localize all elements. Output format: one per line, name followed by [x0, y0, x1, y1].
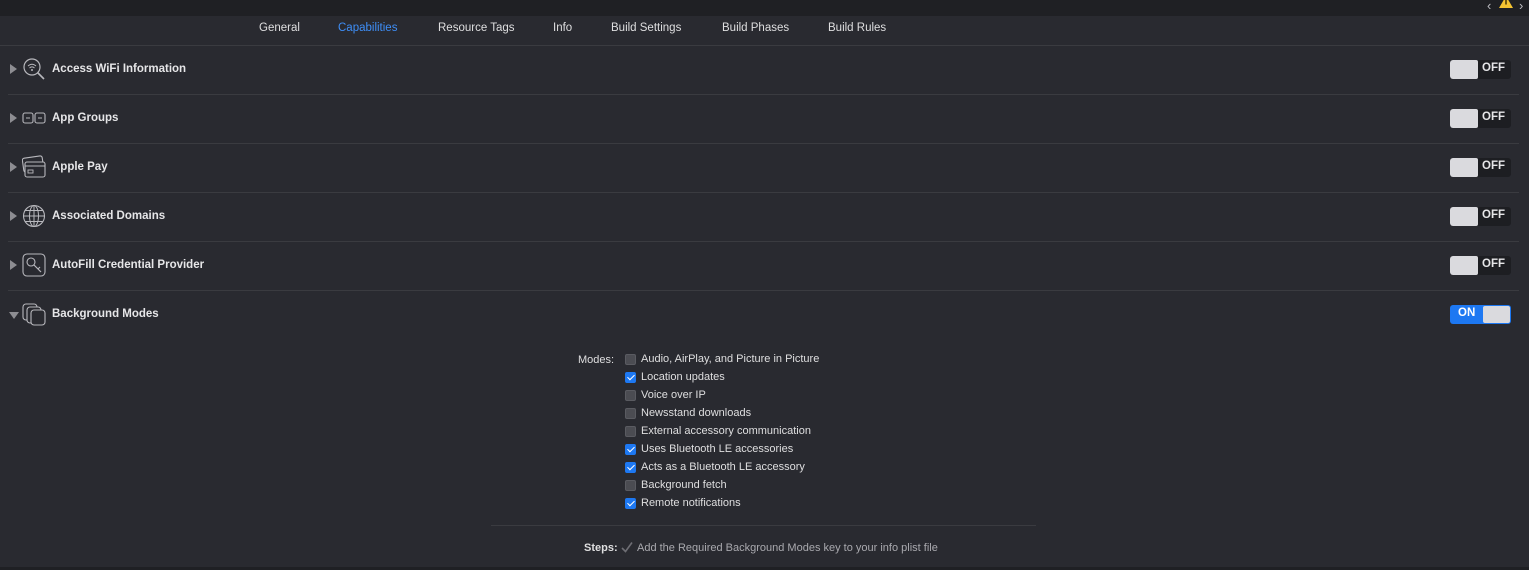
modes-label: Modes:: [578, 354, 615, 366]
capability-label: Background Modes: [52, 308, 159, 320]
toggle-knob: [1450, 158, 1478, 177]
capability-label: Apple Pay: [52, 161, 108, 173]
forward-chevron-icon[interactable]: ›: [1519, 0, 1523, 13]
tab-build-rules[interactable]: Build Rules: [828, 22, 886, 34]
toggle-knob: [1450, 60, 1478, 79]
editor-tab-bar: General Capabilities Resource Tags Info …: [0, 16, 1529, 46]
mode-newsstand-downloads[interactable]: Newsstand downloads: [625, 407, 945, 423]
mode-label: Background fetch: [641, 479, 727, 491]
mode-checkbox[interactable]: [625, 444, 636, 455]
back-chevron-icon[interactable]: ‹: [1487, 0, 1491, 13]
disclosure-triangle[interactable]: [10, 64, 17, 74]
toggle-state-label: OFF: [1482, 258, 1505, 270]
wifi-search-icon: [23, 58, 45, 80]
tab-capabilities[interactable]: Capabilities: [338, 22, 397, 34]
capability-toggle[interactable]: OFF: [1450, 158, 1511, 177]
capability-label: Associated Domains: [52, 210, 166, 222]
app-groups-icon: [22, 112, 46, 124]
mode-label: Location updates: [641, 371, 725, 383]
capability-row-access-wifi: Access WiFi Information OFF: [8, 46, 1519, 95]
mode-external-accessory[interactable]: External accessory communication: [625, 425, 945, 441]
key-icon: [22, 253, 46, 277]
background-modes-icon: [22, 303, 46, 326]
warning-icon[interactable]: [1499, 0, 1513, 8]
capability-label: App Groups: [52, 112, 119, 124]
mode-checkbox[interactable]: [625, 372, 636, 383]
mode-label: External accessory communication: [641, 425, 811, 437]
capability-toggle[interactable]: OFF: [1450, 256, 1511, 275]
capability-row-app-groups: App Groups OFF: [8, 95, 1519, 144]
steps-label: Steps:: [584, 542, 618, 554]
disclosure-triangle[interactable]: [10, 260, 17, 270]
disclosure-triangle[interactable]: [9, 312, 19, 319]
capability-toggle[interactable]: OFF: [1450, 207, 1511, 226]
mode-checkbox[interactable]: [625, 426, 636, 437]
disclosure-triangle[interactable]: [10, 162, 17, 172]
capability-toggle[interactable]: OFF: [1450, 60, 1511, 79]
tab-general[interactable]: General: [259, 22, 300, 34]
capability-row-apple-pay: Apple Pay OFF: [8, 144, 1519, 193]
checkmark-icon: [621, 542, 633, 553]
mode-background-fetch[interactable]: Background fetch: [625, 479, 945, 495]
mode-label: Uses Bluetooth LE accessories: [641, 443, 794, 455]
mode-label: Remote notifications: [641, 497, 741, 509]
toggle-state-label: OFF: [1482, 209, 1505, 221]
tab-resource-tags[interactable]: Resource Tags: [438, 22, 515, 34]
capability-toggle[interactable]: OFF: [1450, 109, 1511, 128]
toggle-state-label: OFF: [1482, 111, 1505, 123]
toggle-state-label: OFF: [1482, 160, 1505, 172]
mode-checkbox[interactable]: [625, 390, 636, 401]
step-description: Add the Required Background Modes key to…: [637, 542, 938, 554]
mode-remote-notifications[interactable]: Remote notifications: [625, 497, 945, 513]
toggle-knob: [1483, 306, 1510, 323]
capability-row-autofill-credential-provider: AutoFill Credential Provider OFF: [8, 242, 1519, 291]
window-top-strip: ‹ ›: [0, 0, 1529, 16]
mode-checkbox[interactable]: [625, 462, 636, 473]
toggle-knob: [1450, 256, 1478, 275]
capability-label: Access WiFi Information: [52, 63, 187, 75]
mode-checkbox[interactable]: [625, 480, 636, 491]
toggle-state-label: OFF: [1482, 62, 1505, 74]
capability-toggle[interactable]: ON: [1450, 305, 1511, 324]
mode-checkbox[interactable]: [625, 354, 636, 365]
mode-uses-bluetooth-le[interactable]: Uses Bluetooth LE accessories: [625, 443, 945, 459]
credit-card-icon: [22, 155, 46, 178]
mode-audio-airplay-pip[interactable]: Audio, AirPlay, and Picture in Picture: [625, 353, 945, 369]
toggle-knob: [1450, 207, 1478, 226]
tab-build-phases[interactable]: Build Phases: [722, 22, 789, 34]
capability-row-background-modes: Background Modes ON: [8, 291, 1519, 340]
capability-label: AutoFill Credential Provider: [52, 259, 205, 271]
mode-checkbox[interactable]: [625, 408, 636, 419]
section-divider: [491, 525, 1036, 526]
mode-label: Audio, AirPlay, and Picture in Picture: [641, 353, 820, 365]
disclosure-triangle[interactable]: [10, 211, 17, 221]
toggle-knob: [1450, 109, 1478, 128]
mode-label: Acts as a Bluetooth LE accessory: [641, 461, 805, 473]
mode-label: Voice over IP: [641, 389, 706, 401]
globe-icon: [22, 204, 46, 228]
mode-label: Newsstand downloads: [641, 407, 752, 419]
toggle-state-label: ON: [1458, 307, 1476, 319]
mode-checkbox[interactable]: [625, 498, 636, 509]
mode-location-updates[interactable]: Location updates: [625, 371, 945, 387]
tab-info[interactable]: Info: [553, 22, 572, 34]
mode-acts-as-bluetooth-le[interactable]: Acts as a Bluetooth LE accessory: [625, 461, 945, 477]
capability-row-associated-domains: Associated Domains OFF: [8, 193, 1519, 242]
mode-voice-over-ip[interactable]: Voice over IP: [625, 389, 945, 405]
disclosure-triangle[interactable]: [10, 113, 17, 123]
tab-build-settings[interactable]: Build Settings: [611, 22, 681, 34]
